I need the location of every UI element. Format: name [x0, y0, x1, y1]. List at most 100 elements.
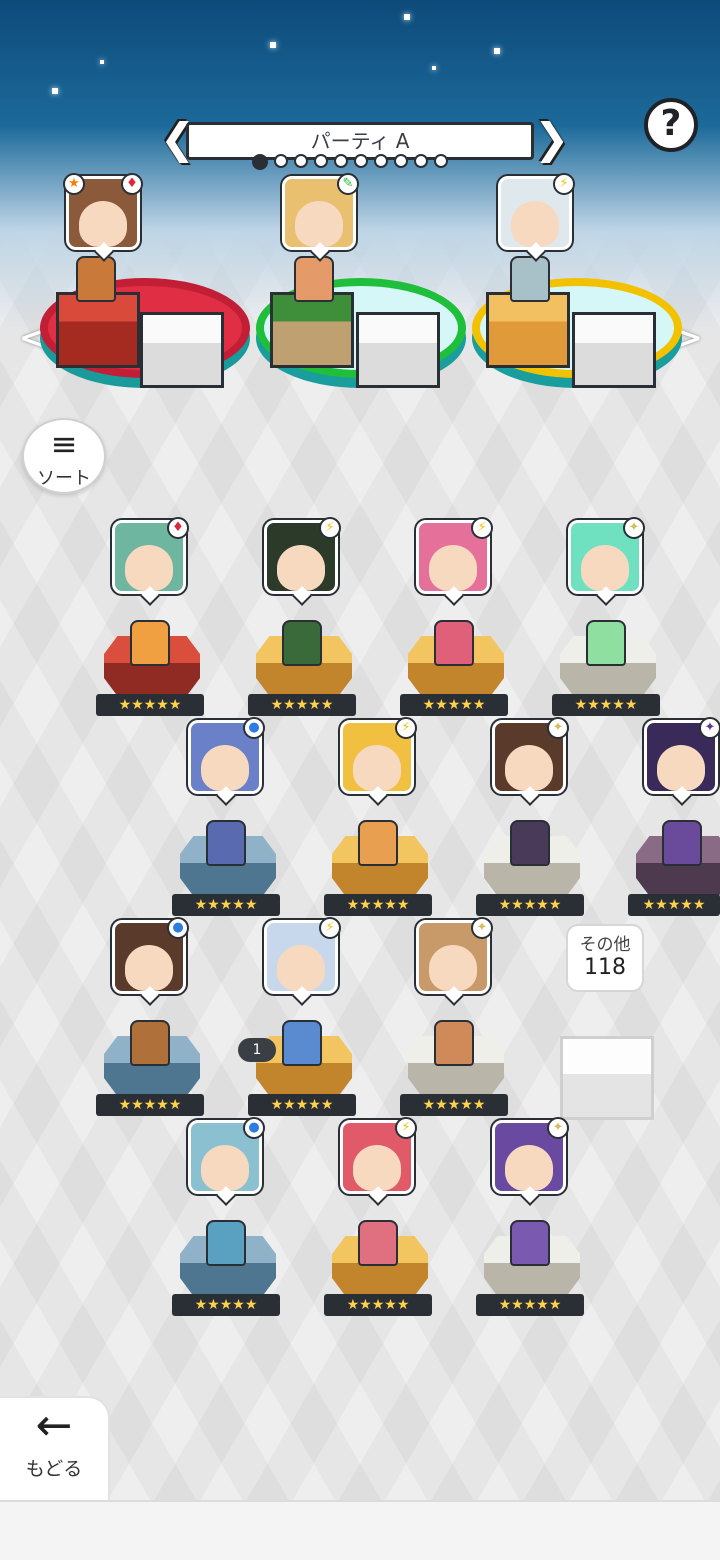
star-sparkle [270, 42, 276, 48]
portrait-face [125, 945, 173, 991]
fire-element-icon: ♦ [121, 173, 143, 195]
rarity-stars: ★★★★★ [400, 694, 508, 716]
portrait-face [429, 945, 477, 991]
other-label: その他 [579, 935, 631, 955]
page-dot[interactable] [334, 154, 348, 168]
rarity-stars: ★★★★★ [248, 694, 356, 716]
empty-cube [572, 312, 656, 388]
back-arrow-icon: ← [35, 1400, 73, 1451]
sort-label: ソート [37, 468, 91, 489]
portrait-face [353, 745, 401, 791]
character-sprite [130, 1020, 170, 1066]
page-dot[interactable] [414, 154, 428, 168]
star-sparkle [432, 66, 436, 70]
thunder-element-icon: ⚡ [319, 917, 341, 939]
roster-unit[interactable]: ● ★★★★★ [172, 1117, 282, 1320]
page-dot[interactable] [314, 154, 328, 168]
portrait-face [201, 1145, 249, 1191]
character-sprite [586, 620, 626, 666]
prev-party-button[interactable]: ❮ [160, 118, 195, 164]
character-cube [486, 292, 570, 368]
water-element-icon: ● [243, 717, 265, 739]
character-sprite [358, 820, 398, 866]
help-button[interactable]: ? [644, 98, 698, 152]
character-cube [270, 292, 354, 368]
portrait-face [295, 201, 343, 247]
portrait-face [277, 945, 325, 991]
character-sprite [294, 256, 334, 302]
portrait-face [511, 201, 559, 247]
page-dot[interactable] [394, 154, 408, 168]
empty-cube [356, 312, 440, 388]
roster-unit[interactable]: ● ★★★★★ [172, 717, 282, 920]
page-dot[interactable] [252, 154, 268, 170]
page-dot[interactable] [434, 154, 448, 168]
thunder-element-icon: ⚡ [319, 517, 341, 539]
page-dot[interactable] [354, 154, 368, 168]
back-button[interactable]: ← もどる [0, 1398, 108, 1500]
portrait-face [277, 545, 325, 591]
roster-unit[interactable]: ✦ ★★★★★ [400, 917, 510, 1120]
next-party-button[interactable]: ❯ [534, 118, 569, 164]
party-slot-2[interactable]: ✎ [256, 173, 466, 448]
roster-unit[interactable]: ♦ ★★★★★ [96, 517, 206, 720]
party-page-indicator [252, 154, 448, 170]
roster-unit[interactable]: ● ★★★★★ [96, 917, 206, 1120]
roster-unit[interactable]: ✦ ★★★★★ [552, 517, 662, 720]
character-sprite [434, 1020, 474, 1066]
other-value: 118 [584, 955, 626, 980]
light-element-icon: ✦ [547, 717, 569, 739]
roster-unit[interactable]: ✦ ★★★★★ [628, 717, 720, 920]
rarity-stars: ★★★★★ [96, 1094, 204, 1116]
roster-unit[interactable]: ⚡ ★★★★★ [248, 917, 358, 1120]
page-dot[interactable] [374, 154, 388, 168]
roster-unit[interactable]: ⚡ ★★★★★ [324, 1117, 434, 1320]
portrait-face [79, 201, 127, 247]
water-element-icon: ● [167, 917, 189, 939]
character-portrait: ⚡ [264, 517, 341, 594]
rarity-stars: ★★★★★ [552, 694, 660, 716]
message-count-badge: 1 [238, 1038, 276, 1062]
character-portrait: ✎ [282, 173, 359, 250]
empty-cube [140, 312, 224, 388]
character-portrait: ● [188, 717, 265, 794]
portrait-face [581, 545, 629, 591]
fire-element-icon: ♦ [167, 517, 189, 539]
character-portrait: ✦ [416, 917, 493, 994]
character-sprite [662, 820, 702, 866]
character-sprite [76, 256, 116, 302]
water-element-icon: ● [243, 1117, 265, 1139]
character-sprite [130, 620, 170, 666]
leader-star-icon: ★ [63, 173, 85, 195]
other-units-counter[interactable]: その他 118 [568, 926, 642, 990]
roster-unit[interactable]: ⚡ ★★★★★ [248, 517, 358, 720]
roster-unit[interactable]: ✦ ★★★★★ [476, 1117, 586, 1320]
party-slot-1[interactable]: ★ ♦ [40, 173, 250, 448]
character-portrait: ♦ [112, 517, 189, 594]
portrait-face [505, 1145, 553, 1191]
character-sprite [282, 1020, 322, 1066]
star-sparkle [494, 48, 500, 54]
roster-unit[interactable]: ⚡ ★★★★★ [400, 517, 510, 720]
page-dot[interactable] [274, 154, 288, 168]
thunder-element-icon: ⚡ [553, 173, 575, 195]
character-portrait: ✦ [492, 717, 569, 794]
other-units-cube[interactable] [560, 1036, 654, 1120]
character-sprite [510, 256, 550, 302]
page-dot[interactable] [294, 154, 308, 168]
portrait-face [429, 545, 477, 591]
rarity-stars: ★★★★★ [172, 894, 280, 916]
star-sparkle [404, 14, 410, 20]
party-slot-3[interactable]: ⚡ [472, 173, 682, 448]
character-sprite [510, 1220, 550, 1266]
dark-element-icon: ✦ [699, 717, 720, 739]
roster-unit[interactable]: ⚡ ★★★★★ [324, 717, 434, 920]
character-portrait: ✦ [568, 517, 645, 594]
character-portrait: ⚡ [340, 717, 417, 794]
rarity-stars: ★★★★★ [628, 894, 720, 916]
sort-button[interactable]: ≡ ソート [22, 418, 106, 494]
roster-unit[interactable]: ✦ ★★★★★ [476, 717, 586, 920]
star-sparkle [52, 88, 58, 94]
sort-icon: ≡ [50, 425, 78, 463]
character-sprite [282, 620, 322, 666]
